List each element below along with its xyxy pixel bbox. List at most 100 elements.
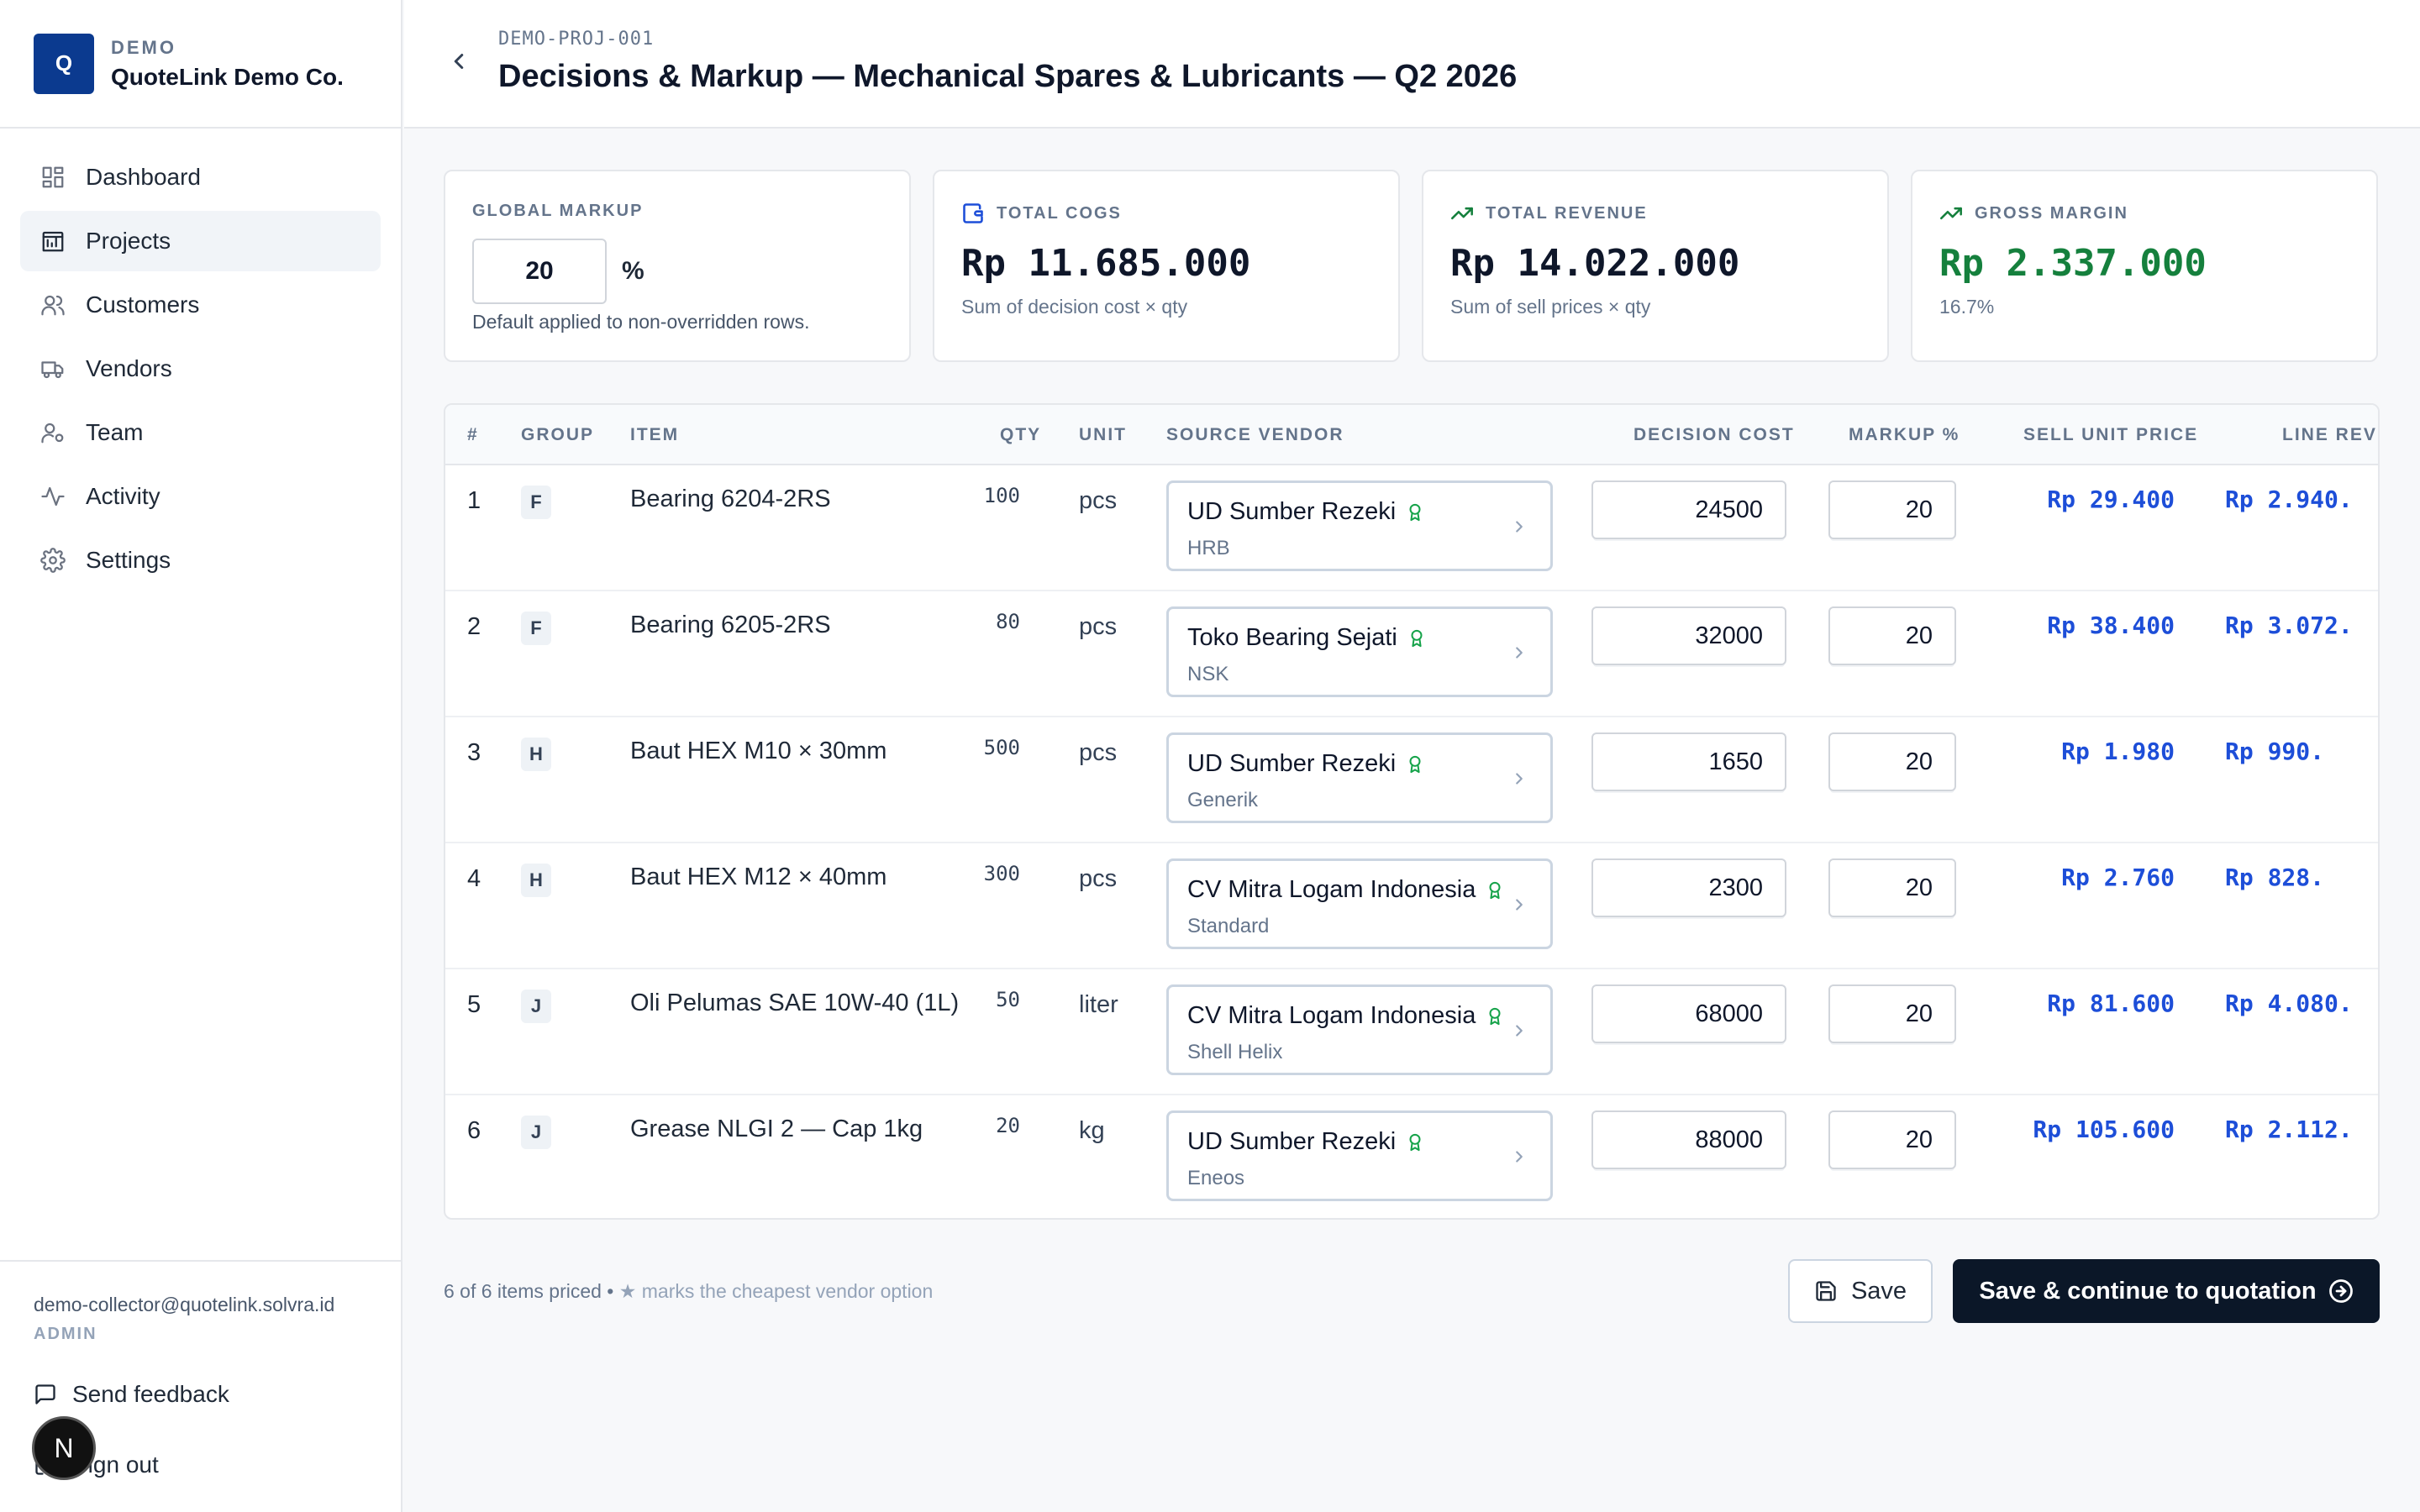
item-name: Bearing 6204-2RS [630, 486, 831, 512]
decisions-table: # GROUP ITEM QTY UNIT SOURCE VENDOR DECI… [444, 403, 2380, 1220]
vendor-name: CV Mitra Logam Indonesia [1187, 1002, 1476, 1029]
row-number: 6 [467, 1117, 481, 1144]
sidebar-item-projects[interactable]: Projects [20, 211, 381, 271]
dashboard-icon [42, 166, 64, 188]
decision-cost-input[interactable]: 1650 [1591, 732, 1786, 791]
row-number: 2 [467, 613, 481, 640]
sidebar-item-activity[interactable]: Activity [20, 466, 381, 527]
vendor-name: UD Sumber Rezeki [1187, 1128, 1397, 1155]
award-icon [1489, 881, 1501, 899]
decision-cost-input[interactable]: 2300 [1591, 858, 1786, 917]
item-qty: 20 [996, 1114, 1020, 1137]
item-unit: pcs [1079, 865, 1118, 892]
item-qty: 100 [983, 484, 1020, 507]
vendor-selector[interactable]: CV Mitra Logam Indonesia Standard [1166, 858, 1553, 949]
sidebar-item-label: Team [86, 419, 144, 445]
vendor-brand: Shell Helix [1187, 1041, 1283, 1063]
row-markup-input[interactable]: 20 [1828, 1110, 1956, 1169]
page-header: DEMO-PROJ-001 Decisions & Markup — Mecha… [404, 0, 2420, 129]
vendor-selector[interactable]: CV Mitra Logam Indonesia Shell Helix [1166, 984, 1553, 1075]
item-unit: pcs [1079, 739, 1118, 766]
sidebar: Q DEMO QuoteLink Demo Co. Dashboard Proj… [0, 0, 402, 1512]
sidebar-nav: Dashboard Projects Customers Vendors Tea… [0, 129, 401, 612]
sell-unit-price: Rp 38.400 [2047, 612, 2175, 639]
back-button[interactable] [446, 49, 471, 74]
row-markup-input[interactable]: 20 [1828, 984, 1956, 1043]
row-markup-input[interactable]: 20 [1828, 606, 1956, 665]
activity-icon [41, 486, 65, 507]
brand-logo: Q [34, 33, 94, 94]
dev-tools-badge[interactable]: N [32, 1416, 96, 1480]
sell-unit-price: Rp 29.400 [2047, 486, 2175, 513]
line-revenue: Rp 2.940. [2225, 486, 2353, 513]
chevron-right-icon [1516, 1151, 1523, 1163]
send-feedback-label: Send feedback [72, 1381, 229, 1407]
row-number: 3 [467, 739, 481, 766]
sidebar-item-dashboard[interactable]: Dashboard [20, 147, 381, 207]
pricing-status: 6 of 6 items priced • ★ marks the cheape… [444, 1280, 933, 1303]
user-role: ADMIN [34, 1325, 97, 1343]
sidebar-item-settings[interactable]: Settings [20, 530, 381, 591]
decision-cost-input[interactable]: 88000 [1591, 1110, 1786, 1169]
project-code: DEMO-PROJ-001 [498, 29, 655, 50]
decision-cost-input[interactable]: 32000 [1591, 606, 1786, 665]
item-name: Bearing 6205-2RS [630, 612, 831, 638]
total-revenue-value: Rp 14.022.000 [1450, 242, 1740, 285]
chevron-right-icon [1516, 1025, 1523, 1037]
team-icon [41, 423, 64, 444]
vendor-selector[interactable]: UD Sumber Rezeki HRB [1166, 480, 1553, 571]
total-cogs-label: TOTAL COGS [997, 203, 1122, 223]
truck-icon [41, 361, 64, 379]
send-feedback-link[interactable]: Send feedback [34, 1381, 367, 1408]
sidebar-item-customers[interactable]: Customers [20, 275, 381, 335]
item-name: Baut HEX M12 × 40mm [630, 864, 887, 890]
arrow-right-circle-icon [2328, 1279, 2353, 1303]
item-unit: liter [1079, 991, 1118, 1018]
col-header-sell: SELL UNIT PRICE [2023, 425, 2199, 444]
decision-cost-input[interactable]: 24500 [1591, 480, 1786, 539]
col-header-vendor: SOURCE VENDOR [1166, 425, 1344, 444]
line-revenue: Rp 2.112. [2225, 1116, 2353, 1143]
cheapest-hint: ★ marks the cheapest vendor option [618, 1280, 934, 1302]
chevron-right-icon [1516, 899, 1523, 911]
save-icon [1816, 1281, 1836, 1301]
row-markup-input[interactable]: 20 [1828, 858, 1956, 917]
vendor-selector[interactable]: Toko Bearing Sejati NSK [1166, 606, 1553, 697]
item-qty: 300 [983, 862, 1020, 885]
table-row: 2 F Bearing 6205-2RS 80 pcs Toko Bearing Seja… [445, 591, 2378, 717]
decision-cost-input[interactable]: 68000 [1591, 984, 1786, 1043]
sell-unit-price: Rp 81.600 [2047, 990, 2175, 1017]
row-markup-input[interactable]: 20 [1828, 732, 1956, 791]
table-row: 4 H Baut HEX M12 × 40mm 300 pcs CV Mitra Loga… [445, 843, 2378, 969]
vendor-selector[interactable]: UD Sumber Rezeki Eneos [1166, 1110, 1553, 1201]
vendor-name: CV Mitra Logam Indonesia [1187, 876, 1476, 903]
row-number: 1 [467, 487, 481, 514]
global-markup-input[interactable]: 20 [472, 239, 607, 304]
chevron-right-icon [1516, 521, 1523, 533]
table-row: 5 J Oli Pelumas SAE 10W-40 (1L) 50 liter CV M… [445, 969, 2378, 1095]
item-qty: 500 [983, 736, 1020, 759]
summary-cards: GLOBAL MARKUP 20 % Default applied to no… [444, 170, 2380, 362]
item-qty: 80 [996, 610, 1020, 633]
trending-up-icon [1940, 207, 1962, 220]
col-header-cost: DECISION COST [1634, 425, 1795, 444]
sell-unit-price: Rp 105.600 [2033, 1116, 2175, 1143]
brand[interactable]: Q DEMO QuoteLink Demo Co. [0, 0, 401, 129]
vendor-brand: HRB [1187, 537, 1230, 559]
sidebar-item-team[interactable]: Team [20, 402, 381, 463]
sidebar-item-label: Dashboard [86, 164, 201, 190]
col-header-group: GROUP [521, 425, 595, 444]
table-row: 1 F Bearing 6204-2RS 100 pcs UD Sumber Rezeki… [445, 465, 2378, 591]
row-markup-input[interactable]: 20 [1828, 480, 1956, 539]
total-revenue-card: TOTAL REVENUE Rp 14.022.000 Sum of sell … [1422, 170, 1889, 362]
trending-up-icon [1451, 207, 1473, 220]
vendor-selector[interactable]: UD Sumber Rezeki Generik [1166, 732, 1553, 823]
sidebar-item-vendors[interactable]: Vendors [20, 339, 381, 399]
save-continue-button[interactable]: Save & continue to quotation [1953, 1259, 2380, 1323]
save-button[interactable]: Save [1788, 1259, 1933, 1323]
chevron-left-icon [454, 54, 464, 69]
user-email: demo-collector@quotelink.solvra.id [34, 1294, 335, 1315]
sidebar-item-label: Settings [86, 547, 171, 573]
global-markup-label: GLOBAL MARKUP [472, 202, 644, 220]
item-unit: kg [1079, 1117, 1105, 1144]
